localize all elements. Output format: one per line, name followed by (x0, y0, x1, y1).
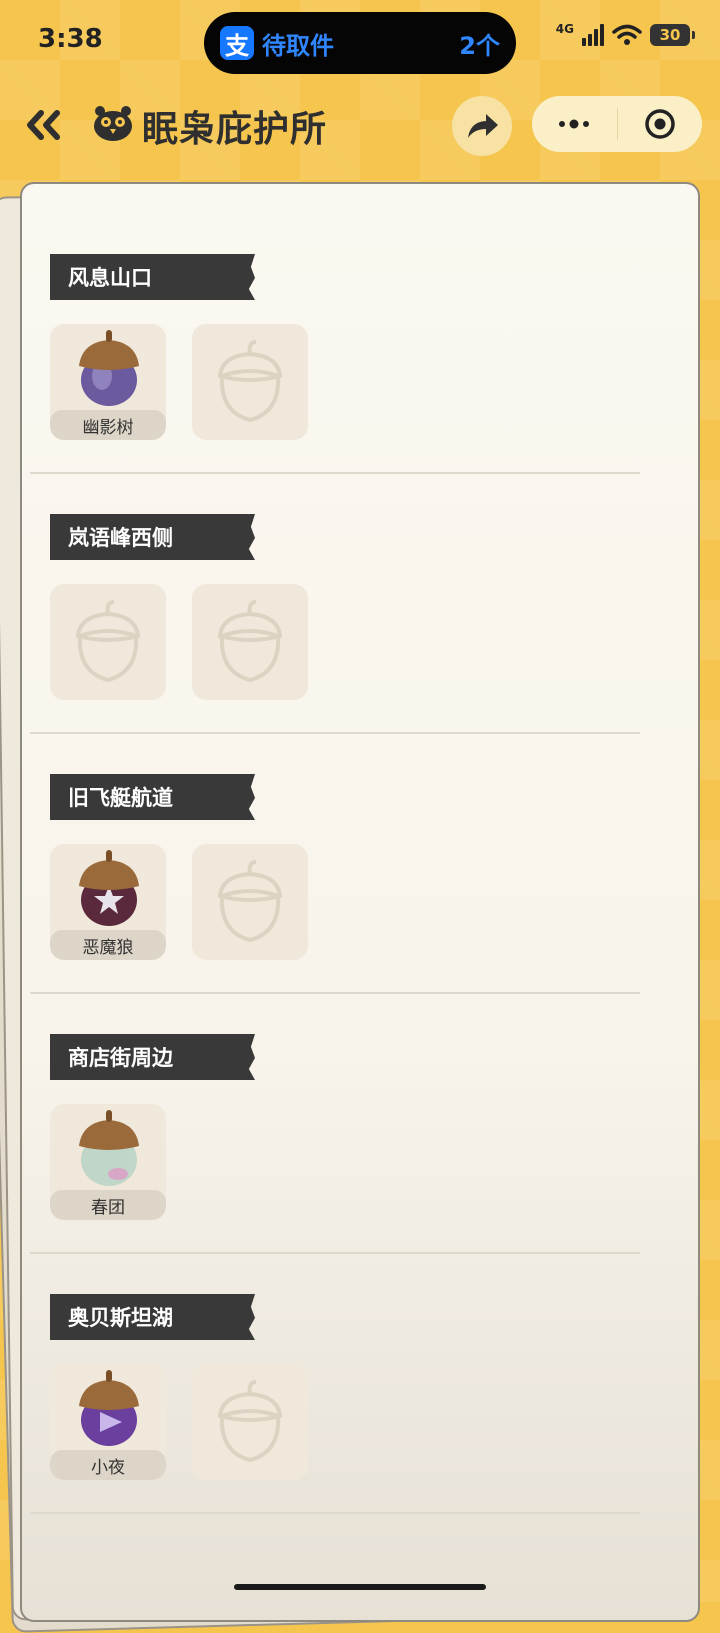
empty-slot[interactable] (50, 584, 166, 700)
location-label: 奥贝斯坦湖 (50, 1294, 255, 1340)
pet-name: 小夜 (50, 1450, 166, 1480)
location-label: 旧飞艇航道 (50, 774, 255, 820)
close-miniapp-button[interactable] (618, 96, 703, 152)
slot-row: 春团 (50, 1104, 166, 1220)
network-type: 4G (555, 22, 574, 36)
miniapp-capsule (532, 96, 702, 152)
share-arrow-icon (468, 114, 498, 138)
page-title: 眠枭庇护所 (142, 109, 328, 150)
double-chevron-left-icon (27, 110, 60, 140)
section-divider (30, 732, 640, 734)
shelter-list-paper: 风息山口 幽影树 岚语峰西侧 旧飞艇航道 恶魔狼 商店街周边 春团 奥贝斯坦湖 … (20, 182, 700, 1622)
battery-indicator: 30 (650, 24, 695, 46)
back-button[interactable] (20, 102, 66, 148)
more-button[interactable] (532, 96, 617, 152)
status-time: 3:38 (38, 24, 103, 54)
pickup-notice-text: 待取件 (262, 31, 334, 60)
slot-row: 恶魔狼 (50, 844, 308, 960)
target-close-icon (645, 109, 675, 139)
alipay-icon: 支 (220, 26, 254, 60)
section-divider (30, 472, 640, 474)
empty-slot[interactable] (192, 324, 308, 440)
slot-row: 幽影树 (50, 324, 308, 440)
acorn-pet-icon (79, 850, 139, 926)
empty-acorn-icon (217, 340, 283, 423)
section-divider (30, 992, 640, 994)
pet-slot[interactable]: 小夜 (50, 1364, 166, 1480)
empty-slot[interactable] (192, 844, 308, 960)
pet-name: 春团 (50, 1190, 166, 1220)
pet-slot[interactable]: 恶魔狼 (50, 844, 166, 960)
empty-acorn-icon (75, 600, 141, 683)
share-button[interactable] (452, 96, 512, 156)
location-label: 商店街周边 (50, 1034, 255, 1080)
pet-slot[interactable]: 春团 (50, 1104, 166, 1220)
slot-row: 小夜 (50, 1364, 308, 1480)
empty-slot[interactable] (192, 1364, 308, 1480)
empty-acorn-icon (217, 860, 283, 943)
acorn-pet-icon (79, 330, 139, 406)
location-label: 岚语峰西侧 (50, 514, 255, 560)
home-indicator[interactable] (234, 1584, 486, 1590)
section-divider (30, 1512, 640, 1514)
location-label: 风息山口 (50, 254, 255, 300)
empty-slot[interactable] (192, 584, 308, 700)
more-dots-icon (559, 119, 590, 129)
empty-acorn-icon (217, 600, 283, 683)
acorn-pet-icon (79, 1110, 139, 1186)
wifi-icon (612, 24, 642, 45)
signal-icon (582, 24, 604, 46)
owl-logo-icon (94, 106, 132, 141)
pickup-notice-pill[interactable]: 支 待取件 2个 (204, 12, 516, 74)
pickup-notice-count: 2个 (459, 31, 500, 60)
pet-name: 恶魔狼 (50, 930, 166, 960)
pet-name: 幽影树 (50, 410, 166, 440)
acorn-pet-icon (79, 1370, 139, 1446)
section-divider (30, 1252, 640, 1254)
status-icons: 4G 30 (555, 22, 695, 46)
pet-slot[interactable]: 幽影树 (50, 324, 166, 440)
empty-acorn-icon (217, 1380, 283, 1463)
slot-row (50, 584, 308, 700)
